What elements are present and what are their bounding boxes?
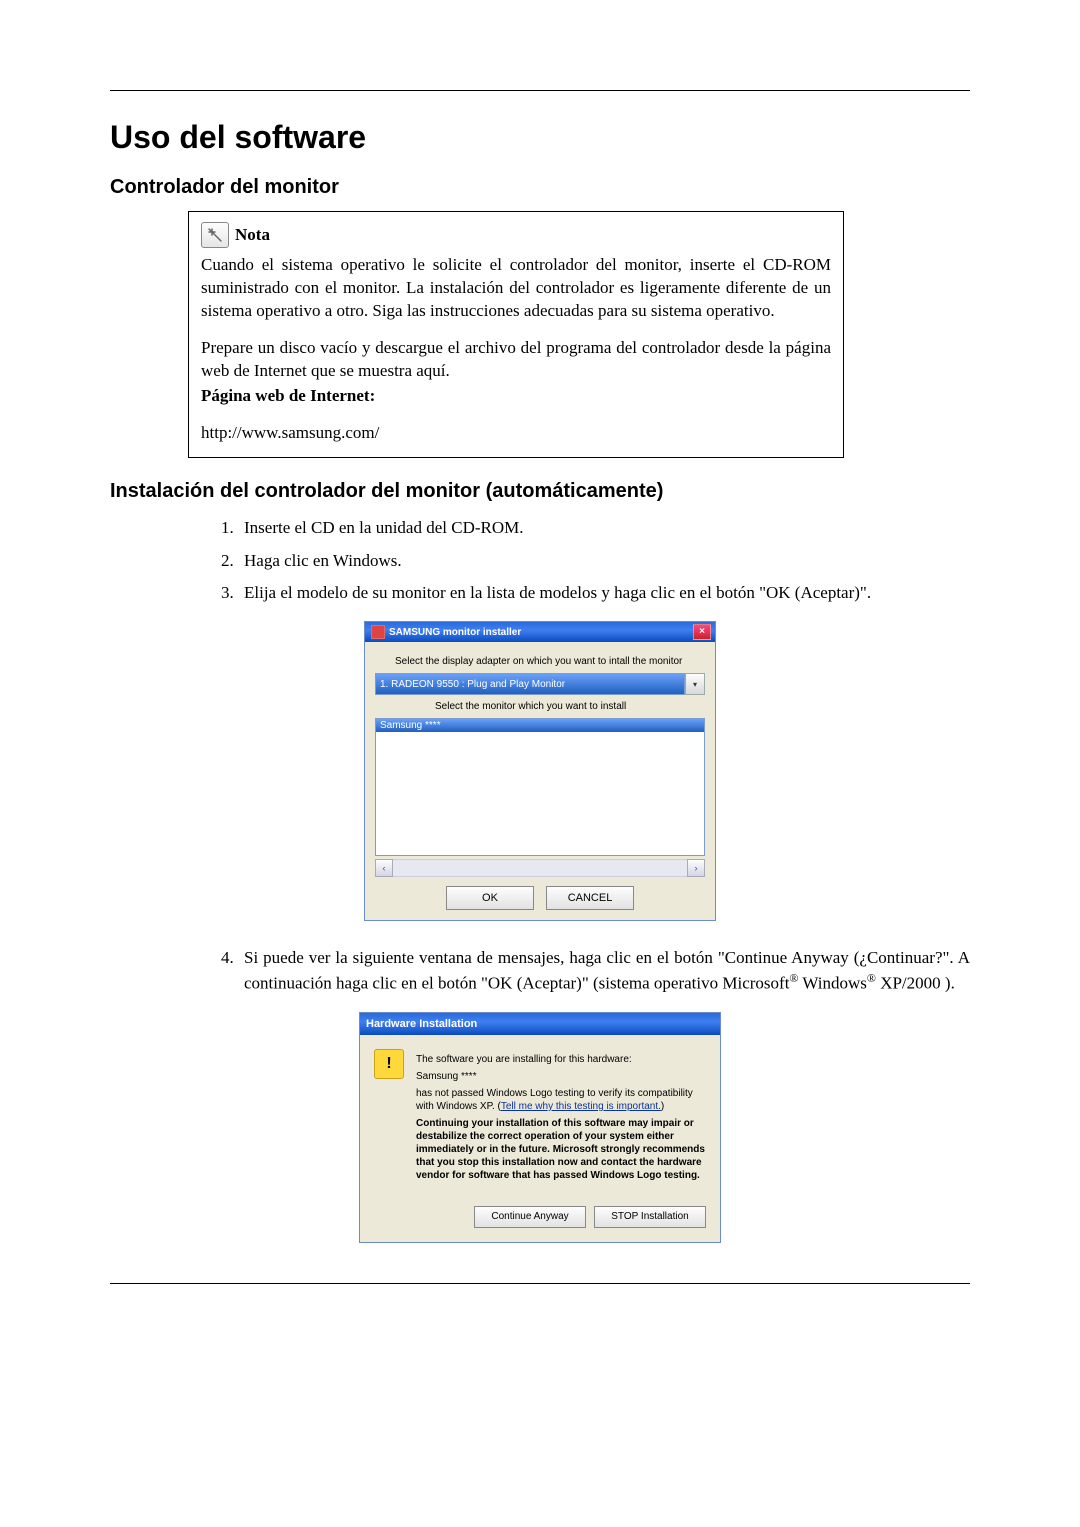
- hw-line-2b: ): [661, 1101, 664, 1112]
- cancel-button[interactable]: CANCEL: [546, 886, 634, 910]
- hw-why-link[interactable]: Tell me why this testing is important.: [501, 1101, 661, 1112]
- hw-body: ! The software you are installing for th…: [360, 1035, 720, 1198]
- note-web-label: Página web de Internet:: [201, 385, 831, 408]
- close-icon[interactable]: ×: [693, 624, 711, 640]
- adapter-select-value: 1. RADEON 9550 : Plug and Play Monitor: [375, 673, 685, 695]
- page-title: Uso del software: [110, 119, 970, 156]
- step-3: Elija el modelo de su monitor en la list…: [238, 582, 970, 605]
- bottom-rule: [110, 1283, 970, 1284]
- horizontal-scrollbar[interactable]: ‹ ›: [375, 860, 705, 876]
- warning-icon: !: [374, 1049, 404, 1079]
- stop-installation-button[interactable]: STOP Installation: [594, 1206, 706, 1228]
- monitor-listbox[interactable]: Samsung ****: [375, 718, 705, 856]
- app-icon: [371, 625, 385, 639]
- installer-dialog: SAMSUNG monitor installer × Select the d…: [364, 621, 716, 921]
- scroll-track[interactable]: [393, 859, 687, 877]
- note-url: http://www.samsung.com/: [201, 422, 831, 445]
- ok-button[interactable]: OK: [446, 886, 534, 910]
- hw-line-1: The software you are installing for this…: [416, 1053, 706, 1066]
- step-4: Si puede ver la siguiente ventana de men…: [238, 947, 970, 996]
- hw-title: Hardware Installation: [366, 1018, 477, 1030]
- scroll-left-icon[interactable]: ‹: [375, 859, 393, 877]
- section-heading-controlador: Controlador del monitor: [110, 176, 970, 199]
- registered-symbol: ®: [867, 971, 876, 985]
- note-icon: [201, 222, 229, 248]
- scroll-right-icon[interactable]: ›: [687, 859, 705, 877]
- installer-title: SAMSUNG monitor installer: [389, 627, 521, 638]
- note-box: Nota Cuando el sistema operativo le soli…: [188, 211, 844, 458]
- steps-list-continued: Si puede ver la siguiente ventana de men…: [110, 947, 970, 996]
- step-4-text-b: Windows: [798, 974, 866, 993]
- hw-line-2: has not passed Windows Logo testing to v…: [416, 1087, 706, 1113]
- hw-footer: Continue Anyway STOP Installation: [360, 1198, 720, 1242]
- chevron-down-icon[interactable]: ▾: [685, 673, 705, 695]
- hw-bold-warning: Continuing your installation of this sof…: [416, 1117, 706, 1182]
- step-4-text-c: XP/2000 ).: [876, 974, 955, 993]
- installer-body: Select the display adapter on which you …: [365, 642, 715, 920]
- hardware-installation-dialog: Hardware Installation ! The software you…: [359, 1012, 721, 1243]
- installer-titlebar[interactable]: SAMSUNG monitor installer ×: [365, 622, 715, 642]
- installer-prompt-adapter: Select the display adapter on which you …: [395, 656, 705, 667]
- step-2: Haga clic en Windows.: [238, 550, 970, 573]
- note-paragraph-1: Cuando el sistema operativo le solicite …: [201, 254, 831, 323]
- step-1: Inserte el CD en la unidad del CD-ROM.: [238, 517, 970, 540]
- hw-titlebar[interactable]: Hardware Installation: [360, 1013, 720, 1035]
- hw-text: The software you are installing for this…: [416, 1049, 706, 1186]
- continue-anyway-button[interactable]: Continue Anyway: [474, 1206, 586, 1228]
- steps-list: Inserte el CD en la unidad del CD-ROM. H…: [110, 517, 970, 606]
- document-page: Uso del software Controlador del monitor…: [0, 0, 1080, 1344]
- section-heading-instalacion: Instalación del controlador del monitor …: [110, 480, 970, 503]
- note-label: Nota: [235, 224, 270, 247]
- note-heading: Nota: [201, 222, 831, 248]
- hw-device: Samsung ****: [416, 1070, 706, 1083]
- note-paragraph-2: Prepare un disco vacío y descargue el ar…: [201, 337, 831, 383]
- monitor-list-item[interactable]: Samsung ****: [376, 719, 704, 732]
- installer-prompt-monitor: Select the monitor which you want to ins…: [435, 701, 705, 712]
- top-rule: [110, 90, 970, 91]
- adapter-select[interactable]: 1. RADEON 9550 : Plug and Play Monitor ▾: [375, 673, 705, 695]
- installer-button-row: OK CANCEL: [375, 886, 705, 910]
